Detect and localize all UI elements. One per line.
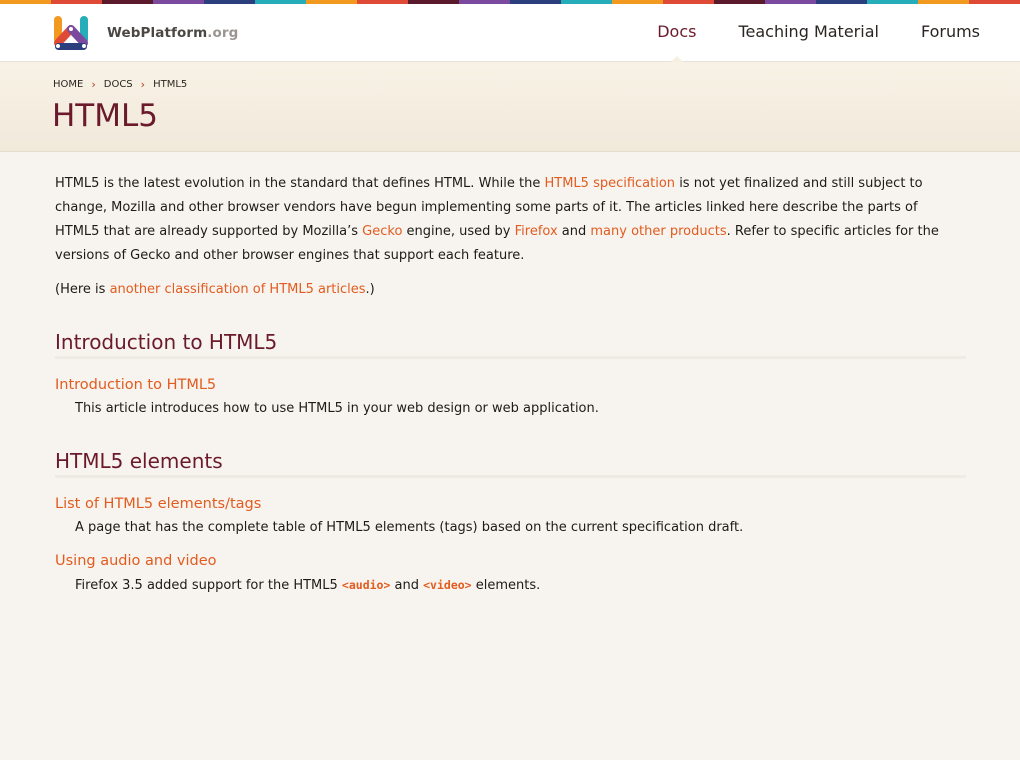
page-title: HTML5 (52, 98, 158, 134)
entry-description: A page that has the complete table of HT… (75, 520, 744, 535)
breadcrumb-current: HTML5 (153, 79, 188, 90)
intro-paragraph: HTML5 is the latest evolution in the sta… (55, 176, 939, 263)
definition-entry: Introduction to HTML5 This article intro… (55, 373, 965, 421)
top-bar: WebPlatform.org Docs Teaching Material F… (0, 4, 1020, 62)
main-nav: Docs Teaching Material Forums (615, 4, 980, 62)
link-introduction-to-html5[interactable]: Introduction to HTML5 (55, 377, 216, 393)
page-header: HOME › DOCS › HTML5 HTML5 (0, 62, 1020, 152)
breadcrumb-docs[interactable]: DOCS (104, 79, 133, 90)
nav-forums[interactable]: Forums (921, 4, 980, 61)
link-classification[interactable]: another classification of HTML5 articles (110, 282, 366, 297)
link-audio-element[interactable]: <audio> (342, 578, 390, 593)
chevron-right-icon: › (91, 78, 96, 91)
site-wordmark: WebPlatform.org (107, 25, 239, 41)
site-logo[interactable]: WebPlatform.org (51, 13, 238, 53)
main-content: HTML5 is the latest evolution in the sta… (0, 152, 1020, 598)
webplatform-logo-icon (54, 16, 88, 50)
breadcrumb-home[interactable]: HOME (53, 79, 83, 90)
nav-teaching-material[interactable]: Teaching Material (738, 4, 878, 61)
link-video-element[interactable]: <video> (423, 578, 471, 593)
chevron-right-icon: › (140, 78, 146, 91)
entry-description: This article introduces how to use HTML5… (75, 401, 599, 416)
link-html5-specification[interactable]: HTML5 specification (544, 176, 675, 191)
link-gecko[interactable]: Gecko (362, 224, 402, 239)
definition-entry: List of HTML5 elements/tags A page that … (55, 492, 965, 540)
section-heading-elements: HTML5 elements (55, 449, 966, 478)
link-list-of-elements[interactable]: List of HTML5 elements/tags (55, 496, 261, 512)
link-many-other-products[interactable]: many other products (590, 224, 726, 239)
classification-paragraph: (Here is another classification of HTML5… (55, 282, 375, 297)
nav-docs[interactable]: Docs (657, 4, 696, 62)
section-heading-introduction: Introduction to HTML5 (55, 330, 966, 359)
entry-description: Firefox 3.5 added support for the HTML5 … (75, 578, 541, 593)
breadcrumb: HOME › DOCS › HTML5 (53, 78, 187, 91)
link-firefox[interactable]: Firefox (515, 224, 558, 239)
link-using-audio-video[interactable]: Using audio and video (55, 553, 216, 569)
definition-entry: Using audio and video Firefox 3.5 added … (55, 549, 965, 598)
